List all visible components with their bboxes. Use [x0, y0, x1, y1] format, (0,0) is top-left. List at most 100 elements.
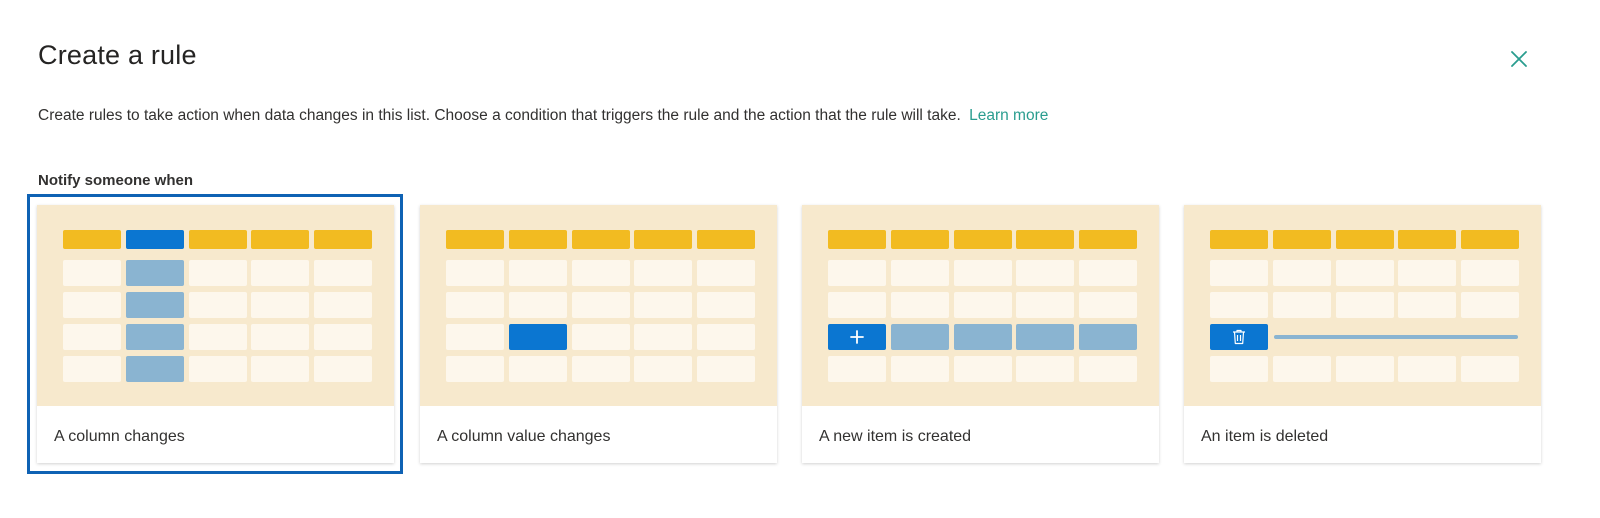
header-cell: [828, 230, 886, 249]
header-cell: [1079, 230, 1137, 249]
header-cell: [1273, 230, 1331, 249]
grid-cell: [634, 356, 692, 382]
grid-cell: [251, 356, 309, 382]
grid-cell-highlighted: [126, 292, 184, 318]
grid-cell: [828, 260, 886, 286]
grid-cell: [1079, 356, 1137, 382]
card-column-changes[interactable]: A column changes: [37, 205, 394, 463]
header-cell: [509, 230, 567, 249]
card-new-item-created[interactable]: A new item is created: [802, 205, 1159, 463]
grid-cell: [446, 356, 504, 382]
description-text: Create rules to take action when data ch…: [38, 107, 961, 124]
grid-cell-highlighted: [954, 324, 1012, 350]
grid-cell: [509, 356, 567, 382]
grid-cell: [314, 356, 372, 382]
grid-cell: [1210, 260, 1268, 286]
header-cell: [634, 230, 692, 249]
grid-cell: [697, 292, 755, 318]
grid-cell: [1398, 356, 1456, 382]
grid-cell: [954, 260, 1012, 286]
grid-cell-highlighted: [126, 260, 184, 286]
grid-cell: [828, 356, 886, 382]
header-cell: [1016, 230, 1074, 249]
grid-cell: [314, 324, 372, 350]
grid-cell: [1210, 292, 1268, 318]
grid-cell: [1079, 292, 1137, 318]
grid-cell: [697, 356, 755, 382]
grid-cell: [63, 260, 121, 286]
grid-cell: [891, 356, 949, 382]
grid-cell: [1461, 356, 1519, 382]
grid-cell: [1210, 356, 1268, 382]
grid-cell-highlighted: [126, 324, 184, 350]
header-cell: [1336, 230, 1394, 249]
grid-cell: [634, 292, 692, 318]
grid-cell-highlighted: [891, 324, 949, 350]
header-cell: [251, 230, 309, 249]
grid-cell-highlighted: [1079, 324, 1137, 350]
card-label: A column changes: [54, 428, 185, 445]
grid-cell: [572, 356, 630, 382]
header-cell: [189, 230, 247, 249]
card-column-value-changes[interactable]: A column value changes: [420, 205, 777, 463]
grid-cell: [1461, 292, 1519, 318]
grid-cell: [251, 292, 309, 318]
card-illustration: [1184, 205, 1541, 406]
grid-cell: [954, 292, 1012, 318]
grid-cell: [572, 260, 630, 286]
add-row-cell: [828, 324, 886, 350]
grid-cell: [314, 260, 372, 286]
header-cell: [63, 230, 121, 249]
section-label: Notify someone when: [38, 172, 194, 189]
card-illustration: [37, 205, 394, 406]
grid-cell: [891, 292, 949, 318]
grid-cell: [1016, 260, 1074, 286]
grid-cell: [828, 292, 886, 318]
grid-cell: [63, 356, 121, 382]
delete-row-cell: [1210, 324, 1268, 350]
grid-cell: [1461, 260, 1519, 286]
grid-cell: [572, 292, 630, 318]
card-label: A new item is created: [819, 428, 972, 445]
grid-cell: [189, 324, 247, 350]
grid-cell: [954, 356, 1012, 382]
grid-cell: [446, 324, 504, 350]
header-cell: [572, 230, 630, 249]
dialog-title: Create a rule: [38, 40, 197, 70]
grid-cell: [63, 292, 121, 318]
grid-cell: [1016, 356, 1074, 382]
header-cell: [1210, 230, 1268, 249]
grid-cell: [634, 260, 692, 286]
grid-cell-active: [509, 324, 567, 350]
grid-cell: [509, 292, 567, 318]
header-cell: [891, 230, 949, 249]
grid-cell: [1336, 356, 1394, 382]
grid-cell: [891, 260, 949, 286]
learn-more-link[interactable]: Learn more: [969, 107, 1048, 124]
grid-cell: [509, 260, 567, 286]
grid-cell-highlighted: [1016, 324, 1074, 350]
grid-cell: [1273, 292, 1331, 318]
grid-cell: [1398, 260, 1456, 286]
grid-cell: [189, 356, 247, 382]
close-icon: [1511, 51, 1527, 67]
header-cell: [954, 230, 1012, 249]
header-cell: [446, 230, 504, 249]
header-cell: [314, 230, 372, 249]
card-label: A column value changes: [437, 428, 611, 445]
dialog-description: Create rules to take action when data ch…: [38, 107, 1048, 125]
card-illustration: [802, 205, 1159, 406]
card-label: An item is deleted: [1201, 428, 1329, 445]
grid-cell: [1336, 260, 1394, 286]
grid-cell: [572, 324, 630, 350]
grid-cell-highlighted: [126, 356, 184, 382]
grid-cell: [697, 260, 755, 286]
card-item-deleted[interactable]: An item is deleted: [1184, 205, 1541, 463]
grid-cell: [251, 324, 309, 350]
grid-cell: [697, 324, 755, 350]
grid-cell: [1336, 292, 1394, 318]
header-cell-selected: [126, 230, 184, 249]
grid-cell: [446, 260, 504, 286]
close-button[interactable]: [1505, 45, 1533, 73]
header-cell: [1398, 230, 1456, 249]
